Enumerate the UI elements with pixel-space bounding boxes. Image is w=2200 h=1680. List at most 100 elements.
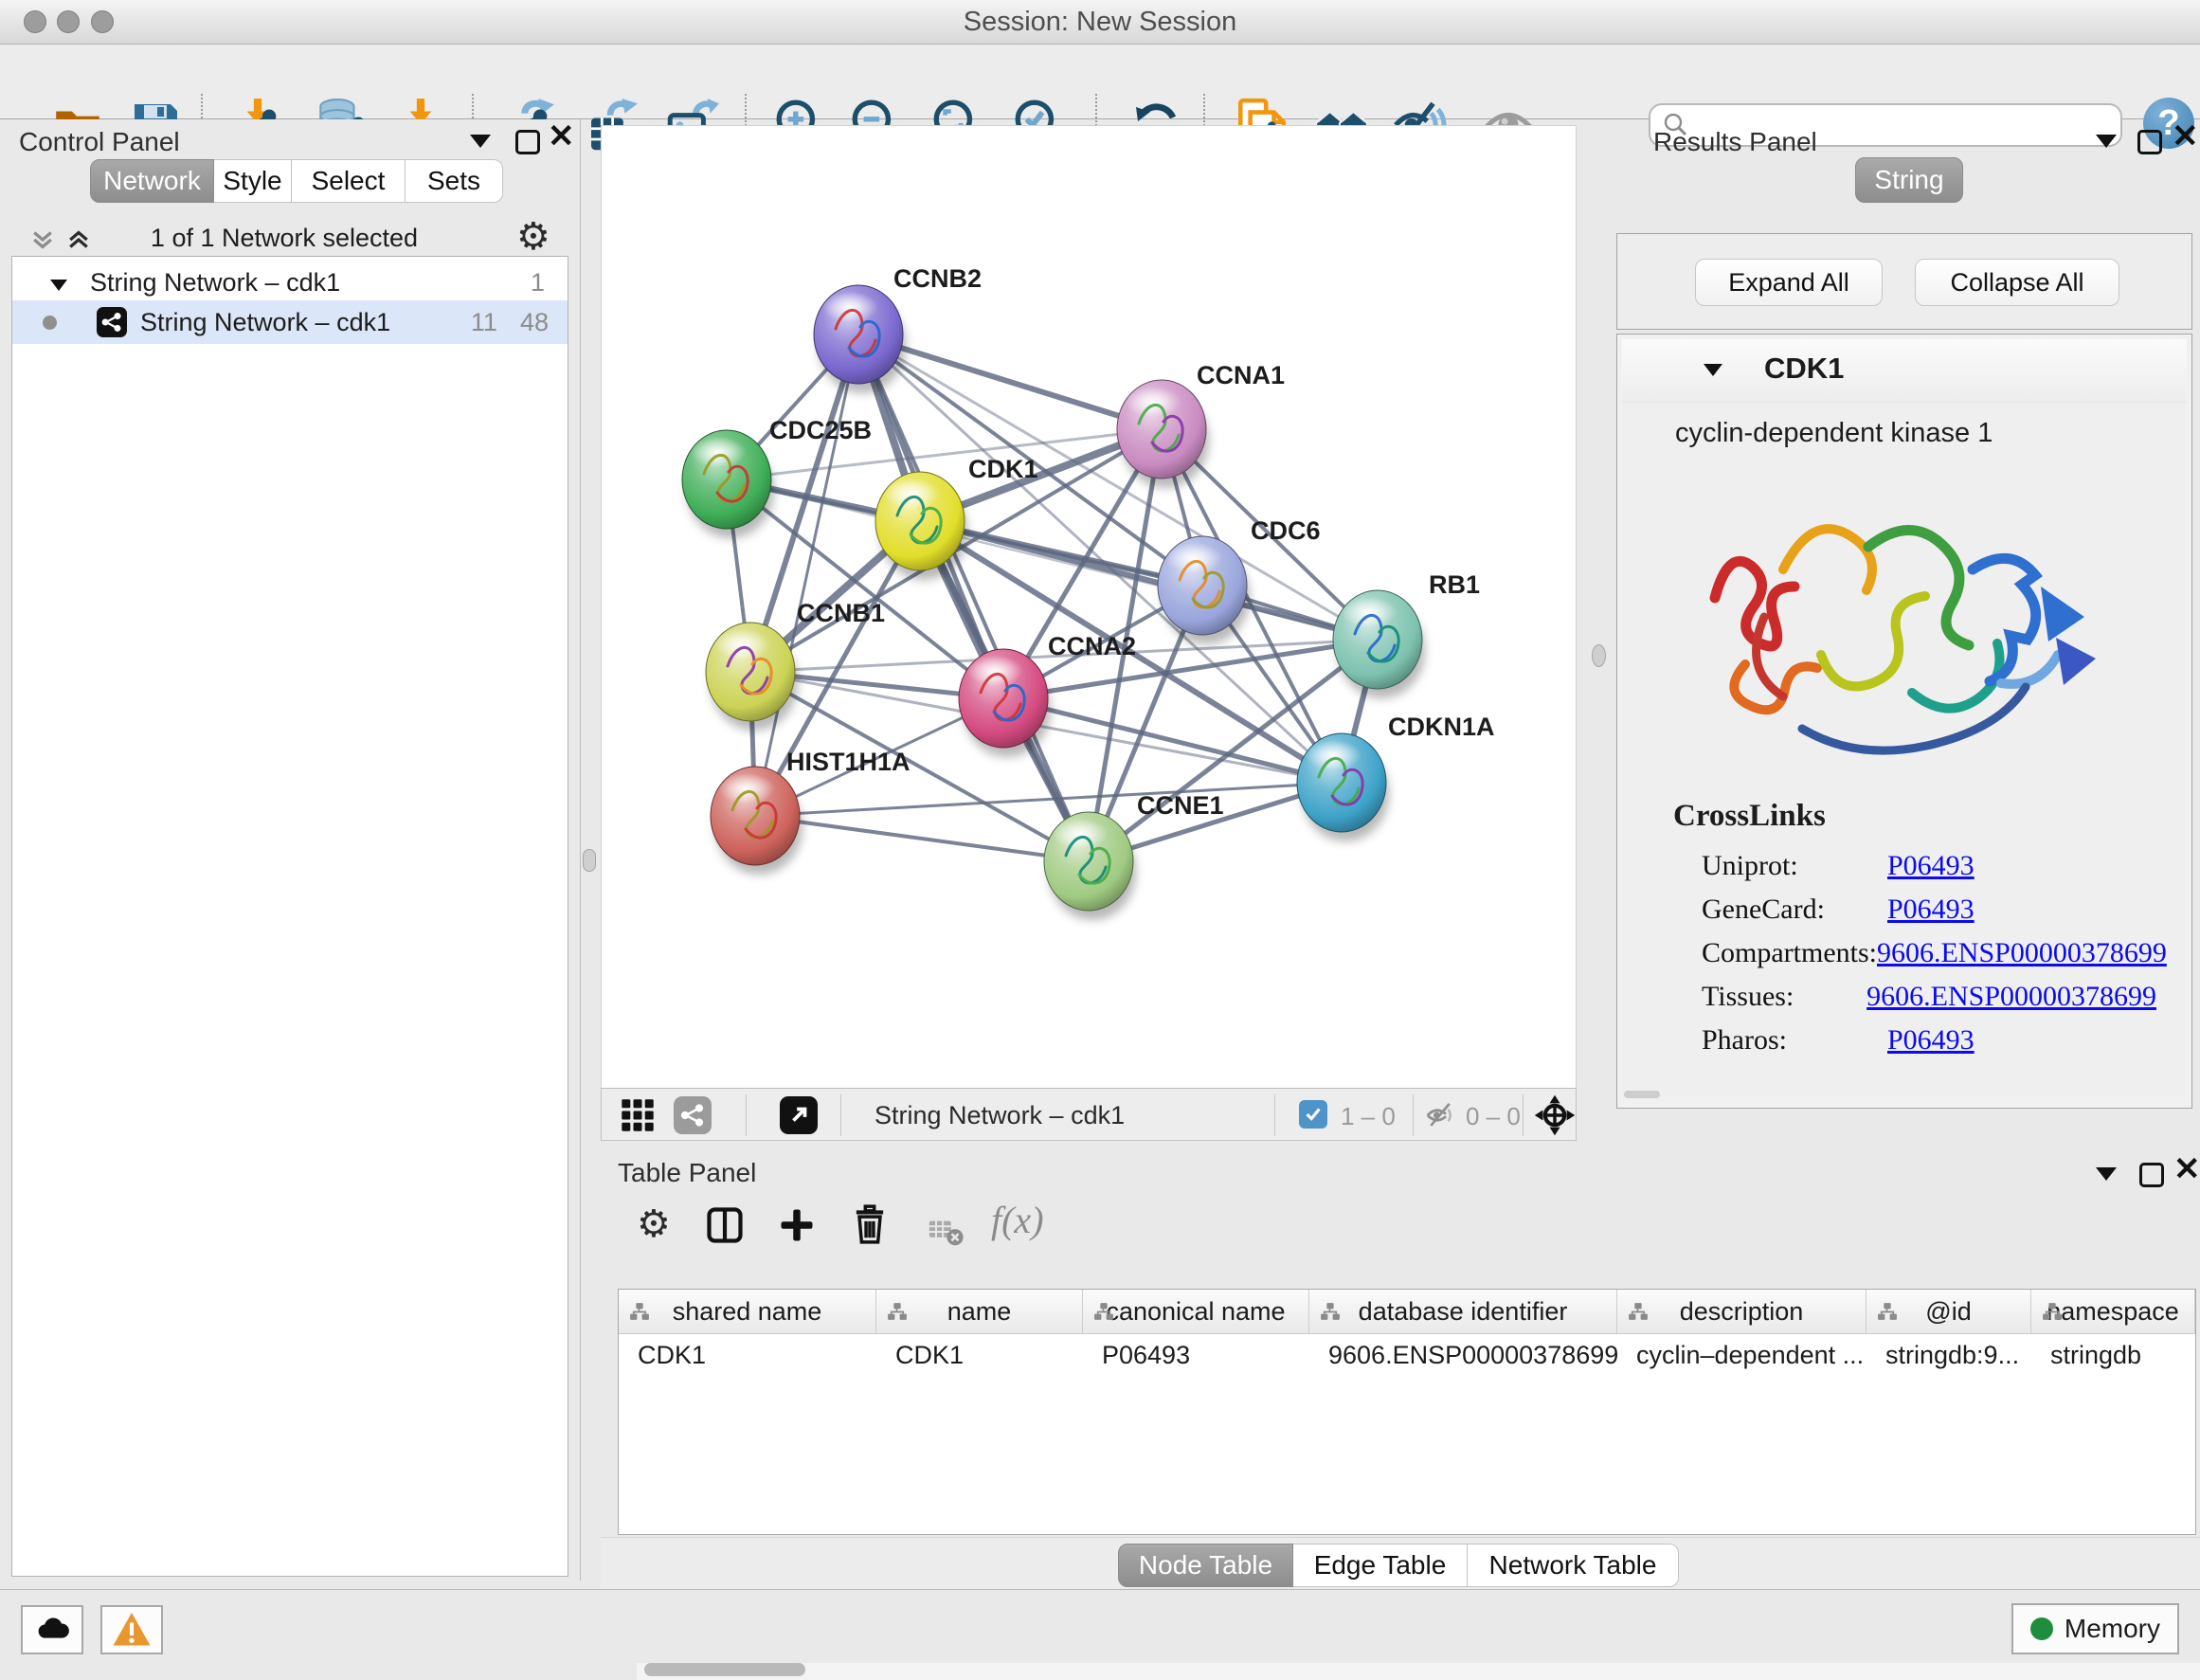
tab-string[interactable]: String	[1855, 157, 1963, 203]
grid-view-icon[interactable]	[621, 1098, 655, 1137]
node-label: CCNA1	[1197, 361, 1285, 389]
crosslink-label: Compartments:	[1702, 937, 1877, 969]
tab-node-table[interactable]: Node Table	[1118, 1544, 1293, 1587]
network-node-HIST1H1A[interactable]: HIST1H1A	[711, 748, 911, 875]
network-edge-CCNB2-HIST1H1A[interactable]	[755, 334, 858, 816]
delete-table-icon-disabled	[927, 1213, 965, 1255]
right-splitter-handle[interactable]	[1592, 644, 1606, 667]
results-hscroll-thumb[interactable]	[1624, 1091, 1660, 1098]
section-collapse-icon[interactable]	[1704, 364, 1722, 376]
expand-up-chevron-icon[interactable]	[64, 226, 93, 259]
status-bar: Memory	[0, 1589, 2200, 1663]
delete-column-trash-icon[interactable]	[849, 1203, 891, 1250]
network-node-CCNB1[interactable]: CCNB1	[706, 599, 885, 731]
panel-float-icon[interactable]	[2137, 130, 2162, 154]
node-label: CDKN1A	[1388, 713, 1495, 741]
panel-close-icon[interactable]: ✕	[2173, 1160, 2200, 1179]
node-description: cyclin-dependent kinase 1	[1675, 418, 1993, 449]
column-header-description[interactable]: description	[1617, 1290, 1866, 1333]
network-collection-row[interactable]: String Network – cdk1 1	[12, 264, 568, 300]
left-splitter-handle[interactable]	[583, 849, 596, 872]
expand-all-button[interactable]: Expand All	[1695, 259, 1883, 306]
panel-close-icon[interactable]: ✕	[548, 127, 575, 146]
panel-float-icon[interactable]	[2139, 1163, 2164, 1187]
tree-expand-icon[interactable]	[50, 268, 67, 298]
viewbar-separator	[1523, 1094, 1524, 1136]
network-canvas[interactable]: CCNB2CCNA1CDC25BCDK1CDC6RB1CCNB1CCNA2CDK…	[601, 125, 1577, 1090]
network-options-gear-icon[interactable]: ⚙	[516, 218, 550, 256]
network-selection-status: 1 of 1 Network selected	[114, 224, 455, 253]
column-header-shared-name[interactable]: shared name	[619, 1290, 876, 1333]
tab-edge-table[interactable]: Edge Table	[1293, 1544, 1468, 1587]
viewbar-separator	[746, 1094, 747, 1136]
crosslink-link[interactable]: P06493	[1887, 1024, 1975, 1057]
panel-float-icon[interactable]	[515, 130, 540, 154]
crosslink-row: Pharos:P06493	[1702, 1019, 2156, 1062]
cloud-status-button[interactable]	[21, 1605, 83, 1654]
collapse-all-button[interactable]: Collapse All	[1915, 259, 2119, 306]
node-label: CDK1	[968, 455, 1038, 483]
network-node-CDKN1A[interactable]: CDKN1A	[1297, 713, 1495, 841]
crosslink-row: Compartments:9606.ENSP00000378699	[1702, 931, 2156, 975]
main-toolbar: ?	[0, 45, 2200, 119]
table-hscroll-thumb[interactable]	[644, 1663, 805, 1676]
table-row[interactable]: CDK1CDK1P064939606.ENSP00000378699cyclin…	[619, 1334, 2195, 1376]
selected-checkbox-icon[interactable]	[1299, 1100, 1327, 1129]
network-edge-count: 48	[520, 308, 549, 337]
crosslink-row: Uniprot:P06493	[1702, 844, 2156, 888]
node-name: CDK1	[1764, 352, 1844, 386]
create-column-plus-icon[interactable]	[777, 1205, 817, 1250]
crosslink-link[interactable]: P06493	[1887, 850, 1975, 882]
crosslink-link[interactable]: 9606.ENSP00000378699	[1866, 981, 2156, 1013]
network-row-selected[interactable]: String Network – cdk1 11 48	[12, 300, 568, 344]
network-edge-HIST1H1A-CCNE1[interactable]	[755, 816, 1089, 861]
table-body: CDK1CDK1P064939606.ENSP00000378699cyclin…	[619, 1334, 2195, 1376]
memory-label: Memory	[2065, 1614, 2160, 1644]
table-options-gear-icon[interactable]: ⚙	[637, 1205, 671, 1243]
fit-crosshair-icon[interactable]	[1534, 1094, 1576, 1141]
panel-close-icon[interactable]: ✕	[2172, 127, 2199, 146]
crosslink-link[interactable]: P06493	[1887, 894, 1975, 926]
string-network-icon	[97, 307, 127, 337]
show-columns-icon[interactable]	[705, 1205, 745, 1250]
tab-network[interactable]: Network	[90, 159, 214, 203]
column-header-canonical-name[interactable]: canonical name	[1083, 1290, 1309, 1333]
node-label: RB1	[1429, 570, 1480, 599]
panel-menu-icon[interactable]	[2096, 1167, 2117, 1181]
panel-menu-icon[interactable]	[470, 135, 491, 148]
column-header-namespace[interactable]: namespace	[2031, 1290, 2195, 1333]
network-current-dot	[43, 316, 57, 330]
protein-structure-image	[1688, 456, 2134, 806]
network-edge-CCNB2-CCNE1[interactable]	[858, 334, 1089, 861]
detach-view-icon[interactable]	[780, 1096, 818, 1134]
crosslink-link[interactable]: 9606.ENSP00000378699	[1877, 937, 2167, 969]
table-cell: cyclin–dependent ...	[1617, 1334, 1866, 1376]
table-cell: CDK1	[619, 1334, 876, 1376]
tab-select[interactable]: Select	[292, 159, 406, 203]
column-header-name[interactable]: name	[876, 1290, 1083, 1333]
tab-sets[interactable]: Sets	[406, 159, 503, 203]
birdseye-share-icon[interactable]	[674, 1096, 712, 1134]
viewbar-separator	[840, 1094, 841, 1136]
network-node-CCNB2[interactable]: CCNB2	[814, 264, 982, 393]
memory-button[interactable]: Memory	[2011, 1603, 2179, 1654]
function-builder-icon-disabled: f(x)	[991, 1198, 1044, 1242]
crosslink-row: GeneCard:P06493	[1702, 888, 2156, 931]
hidden-eye-slash-icon[interactable]	[1424, 1099, 1456, 1136]
panel-menu-icon[interactable]	[2096, 135, 2117, 148]
warnings-button[interactable]	[100, 1605, 163, 1654]
network-node-CDC6[interactable]: CDC6	[1158, 516, 1321, 644]
network-node-CCNE1[interactable]: CCNE1	[1044, 791, 1224, 920]
results-buttons-box: Expand All Collapse All	[1616, 233, 2192, 330]
collapse-all-chevron-icon[interactable]	[28, 226, 57, 259]
node-section-header[interactable]: CDK1	[1622, 339, 2187, 403]
tab-network-table[interactable]: Network Table	[1468, 1544, 1679, 1587]
network-node-RB1[interactable]: RB1	[1333, 570, 1480, 698]
column-header-@id[interactable]: @id	[1866, 1290, 2031, 1333]
viewbar-separator	[1274, 1094, 1275, 1136]
crosslinks-title: CrossLinks	[1673, 799, 1826, 834]
node-label: CCNE1	[1137, 791, 1224, 820]
tab-style[interactable]: Style	[214, 159, 292, 203]
node-label: CDC6	[1251, 516, 1321, 545]
column-header-database-identifier[interactable]: database identifier	[1309, 1290, 1617, 1333]
